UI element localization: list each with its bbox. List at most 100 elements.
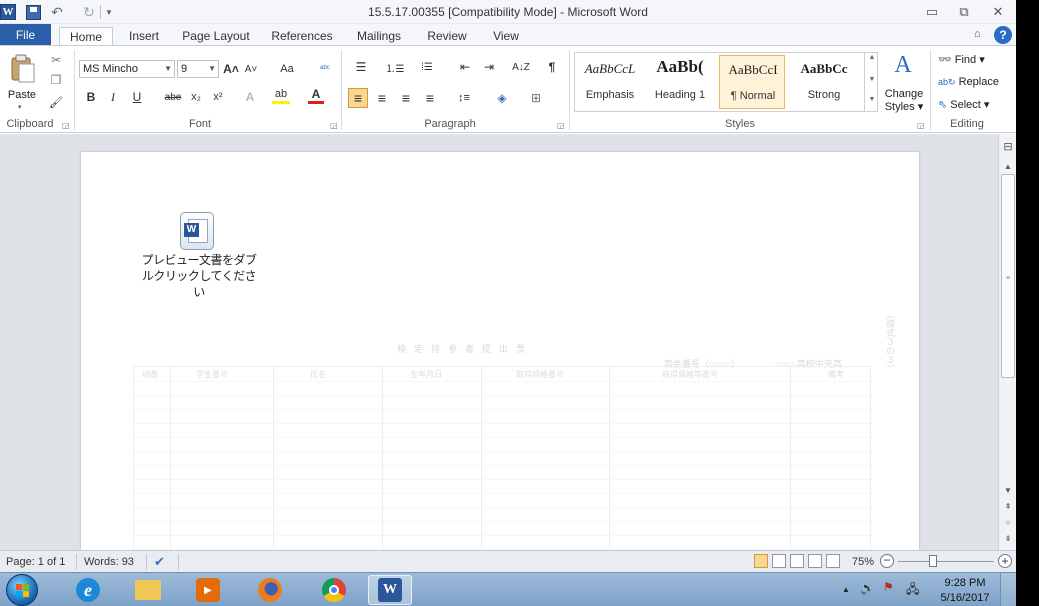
change-case-button[interactable]: Aa — [274, 60, 300, 78]
styles-launcher-icon[interactable]: ◲ — [917, 121, 925, 130]
tab-file[interactable]: File — [0, 24, 51, 46]
taskbar-word[interactable]: W — [368, 575, 412, 605]
style-heading-1[interactable]: AaBb( Heading 1 — [647, 55, 713, 109]
more-styles-icon[interactable]: ▼ — [865, 96, 879, 103]
tab-references[interactable]: References — [266, 27, 338, 47]
paste-dropdown-icon[interactable]: ▾ — [18, 103, 22, 111]
clock-date[interactable]: 5/16/2017 — [934, 592, 996, 604]
paste-icon[interactable] — [10, 54, 36, 84]
outline-view-icon[interactable] — [808, 554, 822, 568]
ruler-toggle-icon[interactable]: ⊟ — [999, 140, 1016, 153]
restore-button[interactable]: ⧉ — [950, 2, 978, 22]
taskbar-chrome[interactable] — [312, 575, 356, 605]
document-area[interactable]: W プレビュー文書をダブ ルクリックしてください 検定持参書提出票 高会番号（○… — [0, 134, 998, 550]
format-painter-icon[interactable]: 🖌 — [48, 94, 64, 110]
previous-page-icon[interactable]: ⇞ — [999, 502, 1016, 511]
show-marks-button[interactable]: ¶ — [544, 58, 560, 76]
vertical-scrollbar[interactable]: ⊟ ▲ ≡ ▼ ⇞ ○ ⇟ — [998, 134, 1016, 550]
increase-indent-button[interactable]: ⇥ — [480, 58, 498, 76]
font-color-button[interactable]: A — [308, 86, 324, 104]
minimize-ribbon-icon[interactable]: ⌂ — [974, 28, 981, 40]
show-desktop-button[interactable] — [1000, 573, 1016, 606]
page-count-status[interactable]: Page: 1 of 1 — [6, 556, 65, 568]
line-spacing-button[interactable]: ↕≡ — [452, 88, 476, 108]
strikethrough-button[interactable]: abe — [162, 88, 184, 106]
full-screen-reading-icon[interactable] — [772, 554, 786, 568]
network-icon[interactable]: 🖧 — [906, 580, 919, 601]
numbering-button[interactable]: ⒈☰ — [384, 58, 406, 76]
scroll-up-icon[interactable]: ▲ — [999, 162, 1016, 171]
copy-icon[interactable]: ❐ — [48, 72, 64, 88]
select-button[interactable]: ⇖ Select ▾ — [938, 98, 989, 111]
web-layout-icon[interactable] — [790, 554, 804, 568]
chevron-up-icon[interactable]: ▲ — [865, 54, 879, 61]
bullets-button[interactable]: ☰ — [350, 58, 372, 76]
taskbar-media-player[interactable]: ▶ — [186, 575, 230, 605]
minimize-button[interactable]: ▭ — [918, 2, 946, 22]
change-styles-icon[interactable]: A — [886, 50, 920, 80]
tab-insert[interactable]: Insert — [122, 27, 166, 47]
change-styles-button[interactable]: Change Styles ▾ — [880, 88, 928, 114]
multilevel-list-button[interactable]: ⁞☰ — [416, 58, 438, 76]
print-layout-view-icon[interactable] — [754, 554, 768, 568]
paste-button[interactable]: Paste — [4, 89, 40, 101]
taskbar-firefox[interactable] — [248, 575, 292, 605]
next-page-icon[interactable]: ⇟ — [999, 534, 1016, 543]
borders-button[interactable]: ⊞ — [524, 88, 548, 108]
zoom-out-button[interactable]: − — [880, 554, 894, 568]
tab-mailings[interactable]: Mailings — [349, 27, 409, 47]
sort-button[interactable]: A↓Z — [510, 58, 532, 76]
style-emphasis[interactable]: AaBbCcL Emphasis — [577, 55, 643, 109]
zoom-slider-thumb[interactable] — [929, 555, 937, 567]
tray-expand-icon[interactable]: ▲ — [842, 585, 850, 594]
zoom-slider-track[interactable] — [898, 561, 994, 562]
paragraph-launcher-icon[interactable]: ◲ — [557, 121, 565, 130]
highlight-button[interactable]: ab — [272, 86, 290, 104]
tab-view[interactable]: View — [484, 27, 528, 47]
cut-icon[interactable]: ✂ — [48, 52, 64, 68]
taskbar-file-explorer[interactable] — [126, 575, 170, 605]
subscript-button[interactable]: x₂ — [188, 88, 204, 106]
underline-button[interactable]: U — [130, 88, 144, 106]
center-button[interactable]: ≡ — [372, 88, 392, 108]
word-document-icon[interactable]: W — [180, 212, 214, 250]
decrease-indent-button[interactable]: ⇤ — [456, 58, 474, 76]
close-button[interactable]: ✕ — [984, 2, 1012, 22]
zoom-in-button[interactable]: + — [998, 554, 1012, 568]
style-strong[interactable]: AaBbCc Strong — [791, 55, 857, 109]
style-normal[interactable]: AaBbCcI ¶ Normal — [719, 55, 785, 109]
action-center-flag-icon[interactable]: ⚑ — [883, 580, 897, 596]
styles-scroll[interactable]: ▲ ▼ ▼ — [864, 52, 878, 112]
draft-view-icon[interactable] — [826, 554, 840, 568]
font-launcher-icon[interactable]: ◲ — [330, 121, 338, 130]
superscript-button[interactable]: x² — [210, 88, 226, 106]
word-count-status[interactable]: Words: 93 — [84, 556, 134, 568]
shrink-font-button[interactable]: A˅ — [242, 60, 260, 78]
start-button[interactable] — [6, 574, 38, 606]
text-effects-button[interactable]: A — [242, 88, 258, 106]
align-right-button[interactable]: ≡ — [396, 88, 416, 108]
browse-object-icon[interactable]: ○ — [999, 518, 1016, 527]
grow-font-button[interactable]: A˄ — [222, 60, 240, 78]
find-button[interactable]: 👓 Find ▾ — [938, 53, 985, 66]
proofing-icon[interactable]: ✔ — [154, 554, 165, 570]
help-icon[interactable]: ? — [994, 26, 1012, 44]
clock-time[interactable]: 9:28 PM — [934, 577, 996, 589]
tab-home[interactable]: Home — [59, 27, 113, 47]
tab-page-layout[interactable]: Page Layout — [176, 27, 256, 47]
font-name-combo[interactable]: MS Mincho ▼ — [79, 60, 175, 78]
taskbar-internet-explorer[interactable]: e — [66, 575, 110, 605]
clipboard-launcher-icon[interactable]: ◲ — [62, 121, 70, 130]
italic-button[interactable]: I — [106, 88, 120, 106]
replace-button[interactable]: ab↻ Replace — [938, 76, 999, 88]
font-size-combo[interactable]: 9 ▼ — [177, 60, 219, 78]
justify-button[interactable]: ≡ — [420, 88, 440, 108]
align-left-button[interactable]: ≡ — [348, 88, 368, 108]
bold-button[interactable]: B — [84, 88, 98, 106]
scroll-down-icon[interactable]: ▼ — [999, 486, 1016, 495]
tab-review[interactable]: Review — [421, 27, 473, 47]
scroll-thumb[interactable]: ≡ — [1001, 174, 1015, 378]
shading-button[interactable]: ◈ — [490, 88, 514, 108]
chevron-down-icon[interactable]: ▼ — [865, 76, 879, 83]
zoom-level[interactable]: 75% — [852, 556, 874, 568]
